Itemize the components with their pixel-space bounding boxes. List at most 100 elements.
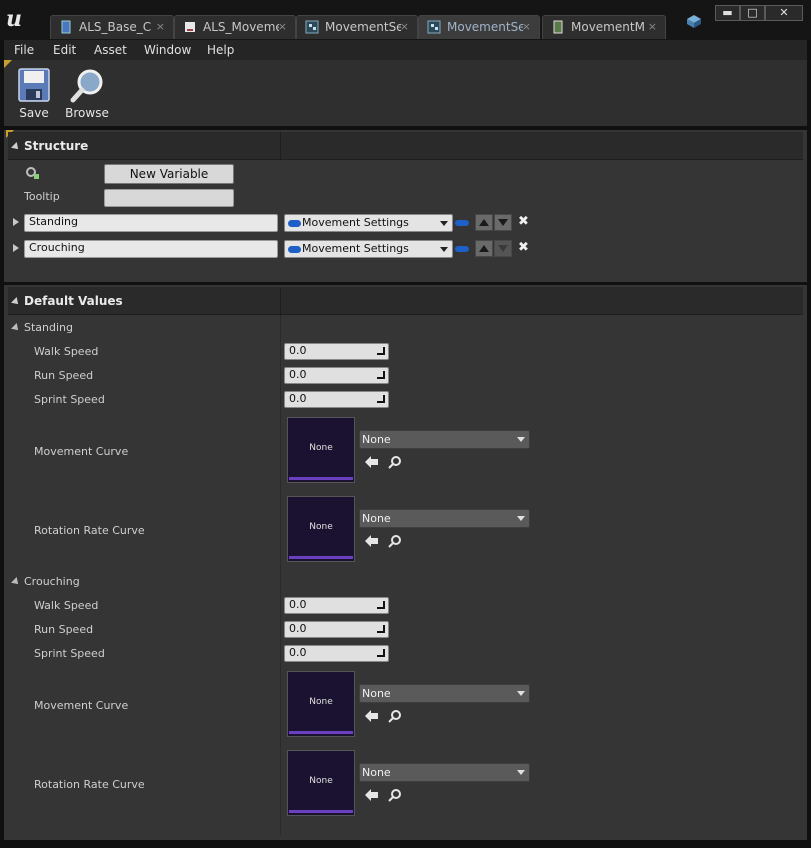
rotation-curve-thumbnail[interactable]: None xyxy=(287,750,355,816)
structure-panel: Structure New Variable Tooltip Standing … xyxy=(4,130,807,282)
maximize-button[interactable]: □ xyxy=(740,5,765,21)
asset-value: None xyxy=(362,512,391,525)
menu-help[interactable]: Help xyxy=(207,40,234,60)
browse-asset-icon[interactable] xyxy=(388,534,402,548)
run-speed-input[interactable]: 0.0 xyxy=(284,621,389,638)
tab-label: MovementM xyxy=(571,20,645,34)
use-selected-arrow-icon[interactable] xyxy=(364,534,380,548)
container-type-icon[interactable] xyxy=(455,220,469,226)
default-values-header[interactable]: Default Values xyxy=(8,287,803,315)
movement-curve-dropdown[interactable]: None xyxy=(359,430,530,449)
close-icon[interactable]: × xyxy=(278,16,287,38)
asset-value: None xyxy=(362,433,391,446)
close-window-button[interactable]: ✕ xyxy=(765,5,803,21)
rotation-curve-dropdown[interactable]: None xyxy=(359,509,530,528)
resize-grip-icon xyxy=(377,395,385,403)
group-standing-header[interactable]: Standing xyxy=(11,321,73,334)
tab-label: ALS_Moveme xyxy=(203,20,279,34)
use-selected-arrow-icon[interactable] xyxy=(364,455,380,469)
blueprint-icon xyxy=(61,20,71,34)
member-type-dropdown[interactable]: Movement Settings xyxy=(284,240,453,258)
walk-speed-label: Walk Speed xyxy=(34,599,99,612)
browse-asset-icon[interactable] xyxy=(388,709,402,723)
rotation-curve-label: Rotation Rate Curve xyxy=(34,778,145,791)
menu-edit[interactable]: Edit xyxy=(53,40,76,60)
delete-member-button[interactable]: ✖ xyxy=(518,214,529,229)
member-type-dropdown[interactable]: Movement Settings xyxy=(284,214,453,232)
run-speed-input[interactable]: 0.0 xyxy=(284,367,389,384)
move-down-button[interactable] xyxy=(494,214,512,231)
save-label: Save xyxy=(19,106,49,120)
resize-grip-icon xyxy=(377,649,385,657)
thumbnail-bar xyxy=(289,477,353,480)
arrow-down-icon xyxy=(498,245,508,252)
arrow-up-icon xyxy=(479,245,489,252)
expand-icon[interactable] xyxy=(13,244,19,252)
menu-file[interactable]: File xyxy=(14,40,34,60)
expand-icon[interactable] xyxy=(13,218,19,226)
new-variable-button[interactable]: New Variable xyxy=(104,164,234,184)
walk-speed-value: 0.0 xyxy=(289,598,307,611)
walk-speed-label: Walk Speed xyxy=(34,345,99,358)
use-selected-arrow-icon[interactable] xyxy=(364,709,380,723)
thumbnail-bar xyxy=(289,556,353,559)
add-member-icon[interactable] xyxy=(24,165,40,181)
default-values-title: Default Values xyxy=(24,294,123,308)
rotation-curve-thumbnail[interactable]: None xyxy=(287,496,355,562)
container-type-icon[interactable] xyxy=(455,246,469,252)
use-selected-arrow-icon[interactable] xyxy=(364,788,380,802)
tab-movement-settings-1[interactable]: MovementSet × xyxy=(296,15,418,39)
member-name-input[interactable]: Standing xyxy=(24,214,278,232)
tab-movement-model[interactable]: MovementM × xyxy=(542,15,666,39)
rotation-curve-dropdown[interactable]: None xyxy=(359,763,530,782)
tooltip-input[interactable] xyxy=(104,189,234,207)
menu-asset[interactable]: Asset xyxy=(94,40,127,60)
chevron-down-icon xyxy=(440,221,448,226)
member-name-input[interactable]: Crouching xyxy=(24,240,278,258)
close-icon[interactable]: × xyxy=(156,16,165,38)
browse-button[interactable]: Browse xyxy=(62,66,112,122)
group-crouching-header[interactable]: Crouching xyxy=(11,575,80,588)
default-values-panel: Default Values Standing Walk Speed 0.0 R… xyxy=(4,285,807,840)
chevron-down-icon xyxy=(517,770,525,775)
column-divider xyxy=(280,132,281,160)
browse-asset-icon[interactable] xyxy=(388,788,402,802)
walk-speed-value: 0.0 xyxy=(289,344,307,357)
chevron-down-icon xyxy=(517,516,525,521)
asset-value: None xyxy=(362,687,391,700)
sprint-speed-input[interactable]: 0.0 xyxy=(284,645,389,662)
walk-speed-input[interactable]: 0.0 xyxy=(284,343,389,360)
close-icon[interactable]: × xyxy=(522,16,531,38)
save-button[interactable]: Save xyxy=(14,66,54,122)
magnifier-icon xyxy=(70,69,103,103)
movement-curve-thumbnail[interactable]: None xyxy=(287,671,355,737)
collapse-icon xyxy=(11,141,21,152)
tab-als-movement[interactable]: ALS_Moveme × xyxy=(174,15,296,39)
walk-speed-input[interactable]: 0.0 xyxy=(284,597,389,614)
title-bar: u ALS_Base_C × ALS_Moveme × MovementSet … xyxy=(0,0,811,40)
tab-als-base[interactable]: ALS_Base_C × xyxy=(50,15,174,39)
menu-bar: File Edit Asset Window Help xyxy=(4,40,807,60)
sprint-speed-input[interactable]: 0.0 xyxy=(284,391,389,408)
sprint-speed-value: 0.0 xyxy=(289,646,307,659)
move-up-button[interactable] xyxy=(475,214,493,231)
movement-curve-label: Movement Curve xyxy=(34,445,129,458)
thumbnail-label: None xyxy=(309,697,333,707)
chevron-down-icon xyxy=(517,691,525,696)
move-up-button[interactable] xyxy=(475,240,493,257)
group-label: Crouching xyxy=(24,575,80,588)
browse-asset-icon[interactable] xyxy=(388,455,402,469)
thumbnail-label: None xyxy=(309,443,333,453)
movement-curve-thumbnail[interactable]: None xyxy=(287,417,355,483)
structure-header[interactable]: Structure xyxy=(8,132,803,160)
delete-member-button[interactable]: ✖ xyxy=(518,240,529,255)
movement-curve-dropdown[interactable]: None xyxy=(359,684,530,703)
member-type-label: Movement Settings xyxy=(302,242,409,255)
tab-movement-settings-2[interactable]: MovementSet × xyxy=(418,15,540,39)
minimize-button[interactable]: ▬ xyxy=(715,5,740,21)
move-down-button[interactable] xyxy=(494,240,512,257)
close-icon[interactable]: × xyxy=(400,16,409,38)
content-browser-icon[interactable] xyxy=(685,13,703,29)
close-icon[interactable]: × xyxy=(648,16,657,38)
menu-window[interactable]: Window xyxy=(144,40,191,60)
